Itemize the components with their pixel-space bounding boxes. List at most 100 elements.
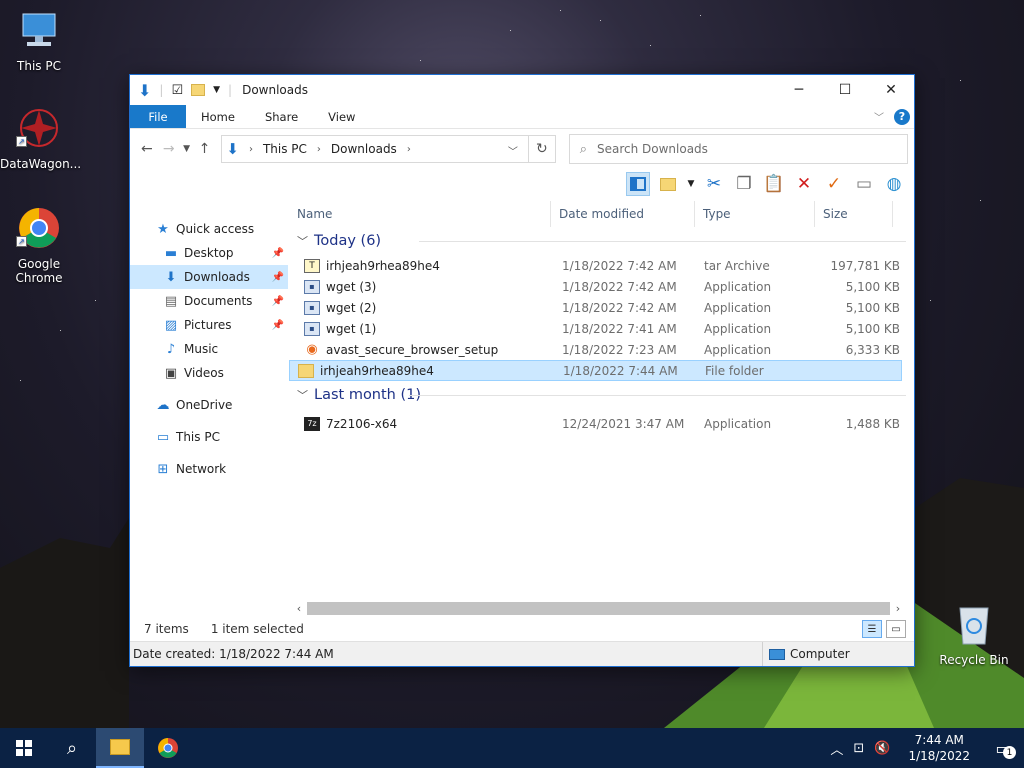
scroll-right-icon[interactable]: › — [890, 602, 906, 615]
clock-time: 7:44 AM — [914, 733, 964, 747]
delete-icon[interactable]: ✕ — [792, 172, 816, 196]
clock[interactable]: 7:44 AM 1/18/2022 — [900, 732, 978, 764]
file-row[interactable]: ▪ wget (2) 1/18/2022 7:42 AM Application … — [289, 297, 914, 318]
nav-desktop[interactable]: ▬ Desktop 📌 — [130, 241, 288, 265]
nav-this-pc[interactable]: ▭ This PC — [130, 425, 288, 449]
nav-label: Quick access — [176, 222, 255, 236]
horizontal-scrollbar[interactable]: ‹ › — [291, 600, 906, 617]
ribbon-tabs: File Home Share View ﹀ ? — [130, 105, 914, 129]
taskbar-file-explorer[interactable] — [96, 728, 144, 768]
scroll-left-icon[interactable]: ‹ — [291, 602, 307, 615]
network-globe-icon[interactable]: ◍ — [882, 172, 906, 196]
search-icon: ⌕ — [579, 141, 587, 157]
nav-documents[interactable]: ▤ Documents 📌 — [130, 289, 288, 313]
desktop-folder-icon: ▬ — [164, 245, 178, 261]
column-name[interactable]: Name — [289, 201, 551, 227]
window-controls: ─ ☐ ✕ — [776, 75, 914, 105]
customize-toolbar-icon[interactable]: ▼ — [213, 85, 220, 95]
address-bar[interactable]: ⬇ › This PC › Downloads › ﹀ — [221, 135, 529, 163]
forward-button[interactable]: → — [158, 141, 180, 157]
file-row[interactable]: Tirhjeah9rhea89he4 1/18/2022 7:42 AM tar… — [289, 255, 914, 276]
notification-center-button[interactable]: ▭ 1 — [988, 733, 1018, 763]
group-header-today[interactable]: ﹀ Today (6) — [289, 227, 914, 255]
file-date: 1/18/2022 7:23 AM — [562, 342, 677, 357]
preview-pane-icon[interactable] — [626, 172, 650, 196]
taskbar: ⌕ ︿ ⊡ 🔇 7:44 AM 1/18/2022 ▭ 1 — [0, 728, 1024, 768]
new-folder-icon[interactable] — [656, 172, 680, 196]
chevron-down-icon[interactable]: ﹀ — [508, 143, 518, 158]
desktop-icon-recycle-bin[interactable]: Recycle Bin — [935, 602, 1013, 667]
file-name: wget (2) — [326, 300, 377, 315]
nav-videos[interactable]: ▣ Videos — [130, 361, 288, 385]
nav-music[interactable]: ♪ Music — [130, 337, 288, 361]
tab-home[interactable]: Home — [186, 105, 250, 128]
close-button[interactable]: ✕ — [868, 75, 914, 105]
music-icon: ♪ — [166, 341, 176, 357]
folder-icon — [110, 739, 130, 755]
nav-network[interactable]: ⊞ Network — [130, 457, 288, 481]
expand-ribbon-icon[interactable]: ﹀ — [874, 109, 884, 124]
recent-locations-icon[interactable]: ▼ — [180, 144, 194, 154]
file-row[interactable]: ▪ wget (3) 1/18/2022 7:42 AM Application … — [289, 276, 914, 297]
file-row[interactable]: ▪ wget (1) 1/18/2022 7:41 AM Application … — [289, 318, 914, 339]
volume-muted-icon[interactable]: 🔇 — [874, 741, 890, 756]
download-arrow-icon: ⬇ — [226, 140, 239, 158]
nav-label: Network — [176, 462, 227, 476]
file-type: Application — [704, 416, 772, 431]
nav-label: Downloads — [184, 270, 250, 284]
file-row[interactable]: 7z 7z2106-x64 12/24/2021 3:47 AM Applicat… — [289, 413, 914, 434]
scrollbar-thumb[interactable] — [307, 602, 890, 615]
checkmark-icon[interactable]: ✓ — [822, 172, 846, 196]
tab-file[interactable]: File — [130, 105, 186, 128]
large-icons-view-icon[interactable]: ▭ — [886, 620, 906, 638]
paste-icon[interactable]: 📋 — [762, 172, 786, 196]
start-button[interactable] — [0, 728, 48, 768]
properties-icon[interactable]: ☑ — [171, 83, 183, 98]
breadcrumb-this-pc[interactable]: This PC — [263, 142, 307, 156]
details-view-icon[interactable]: ☰ — [862, 620, 882, 638]
cloud-icon: ☁ — [156, 397, 170, 413]
back-button[interactable]: ← — [136, 141, 158, 157]
column-size[interactable]: Size — [815, 201, 893, 227]
refresh-button[interactable]: ↻ — [528, 135, 556, 163]
column-type[interactable]: Type — [695, 201, 815, 227]
taskbar-chrome[interactable] — [144, 728, 192, 768]
nav-downloads[interactable]: ⬇ Downloads 📌 — [130, 265, 288, 289]
desktop-icon-chrome[interactable]: ↗ Google Chrome — [0, 206, 78, 285]
file-name: wget (1) — [326, 321, 377, 336]
rename-icon[interactable]: ▭ — [852, 172, 876, 196]
date-created: Date created: 1/18/2022 7:44 AM — [133, 647, 334, 661]
file-size: 1,488 KB — [845, 416, 900, 431]
monitor-icon — [22, 13, 56, 46]
tab-share[interactable]: Share — [250, 105, 313, 128]
copy-icon[interactable]: ❐ — [732, 172, 756, 196]
tab-view[interactable]: View — [313, 105, 370, 128]
up-button[interactable]: ↑ — [194, 141, 216, 157]
cut-icon[interactable]: ✂ — [702, 172, 726, 196]
column-date-modified[interactable]: Date modified — [551, 201, 695, 227]
file-row-selected[interactable]: irhjeah9rhea89he4 1/18/2022 7:44 AM File… — [289, 360, 902, 381]
videos-icon: ▣ — [164, 365, 178, 381]
new-folder-icon[interactable] — [191, 84, 206, 96]
chevron-up-icon[interactable]: ︿ — [830, 739, 843, 758]
nav-quick-access[interactable]: ★ Quick access — [130, 217, 288, 241]
file-size: 197,781 KB — [830, 258, 900, 273]
search-button[interactable]: ⌕ — [48, 728, 96, 768]
desktop-icon-datawagon[interactable]: ↗ DataWagon... — [0, 106, 81, 171]
dropdown-icon[interactable]: ▼ — [686, 172, 696, 196]
group-header-last-month[interactable]: ﹀ Last month (1) — [289, 381, 914, 409]
nav-onedrive[interactable]: ☁ OneDrive — [130, 393, 288, 417]
maximize-button[interactable]: ☐ — [822, 75, 868, 105]
breadcrumb-downloads[interactable]: Downloads — [331, 142, 397, 156]
monitor-icon: ▭ — [156, 429, 170, 445]
help-icon[interactable]: ? — [894, 108, 910, 125]
star-icon: ★ — [157, 221, 169, 237]
network-status-icon[interactable]: ⊡ — [853, 741, 864, 756]
desktop-icon-this-pc[interactable]: This PC — [0, 8, 78, 73]
file-row[interactable]: ◉ avast_secure_browser_setup 1/18/2022 7:… — [289, 339, 914, 360]
selection-count: 1 item selected — [210, 622, 304, 636]
search-input[interactable]: ⌕ Search Downloads — [568, 134, 909, 164]
minimize-button[interactable]: ─ — [776, 75, 822, 105]
nav-pictures[interactable]: ▨ Pictures 📌 — [130, 313, 288, 337]
tar-archive-icon: T — [304, 258, 320, 273]
